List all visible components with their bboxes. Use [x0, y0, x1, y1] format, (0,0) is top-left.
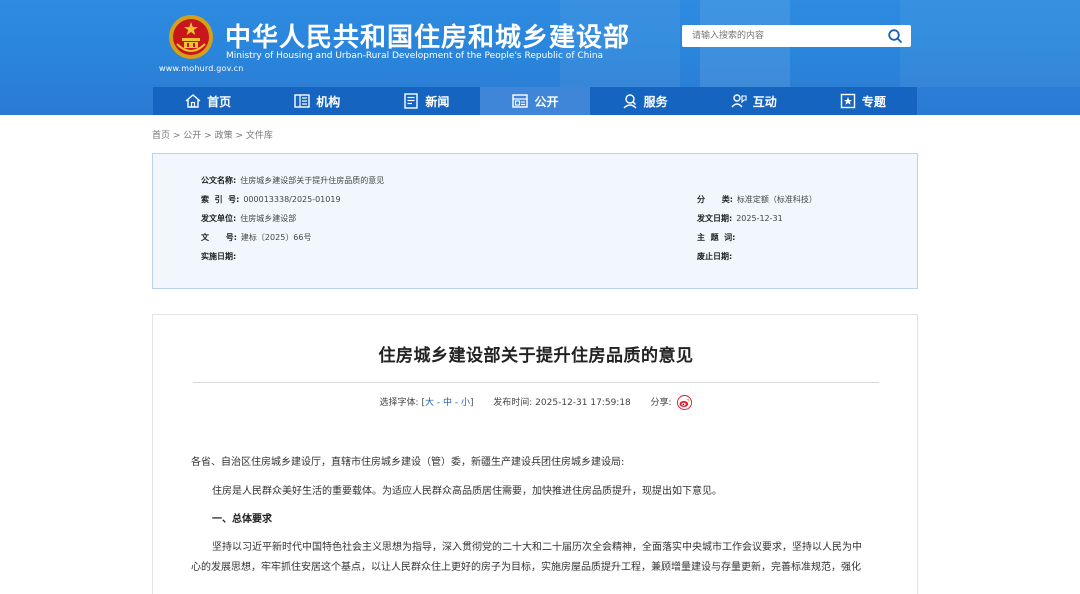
- nav-item-label: 公开: [534, 94, 559, 109]
- home-icon: [185, 94, 201, 108]
- article-title: 住房城乡建设部关于提升住房品质的意见: [378, 346, 694, 366]
- font-size-selector: [大 - 中 - 小]: [421, 398, 474, 408]
- site-url[interactable]: www.mohurd.gov.cn: [159, 64, 244, 73]
- document-info-box: 公文名称: 住房城乡建设部关于提升住房品质的意见 索 引 号: 000013338/…: [152, 153, 918, 289]
- article-meta: 选择字体: [大 - 中 - 小] 发布时间: 2025-12-31 17:59…: [153, 395, 919, 410]
- info-value: 住房城乡建设部关于提升住房品质的意见: [240, 176, 385, 185]
- nav-item-disclosure[interactable]: 公开: [480, 87, 590, 115]
- search-input[interactable]: [682, 25, 882, 47]
- info-label: 发文单位:: [201, 214, 237, 223]
- publish-time: 2025-12-31 17:59:18: [535, 398, 631, 408]
- info-issue-date: 发文日期: 2025-12-31: [697, 213, 783, 224]
- topic-icon: [840, 93, 856, 109]
- font-size-label: 选择字体:: [379, 398, 419, 408]
- info-keywords: 主 题 词:: [697, 232, 739, 243]
- font-size-medium[interactable]: 中: [443, 398, 452, 408]
- interact-icon: [731, 94, 747, 108]
- info-expire-date: 废止日期:: [697, 251, 736, 262]
- info-value: 000013338/2025-01019: [243, 195, 341, 204]
- article-panel: 住房城乡建设部关于提升住房品质的意见 选择字体: [大 - 中 - 小] 发布时…: [152, 314, 918, 594]
- site-title[interactable]: 中华人民共和国住房和城乡建设部: [225, 17, 630, 54]
- national-emblem-icon[interactable]: [168, 14, 214, 60]
- nav-item-label: 新闻: [425, 94, 450, 109]
- info-value: 标准定额（标准科技）: [736, 195, 817, 204]
- info-value: 2025-12-31: [736, 214, 783, 223]
- nav-item-label: 互动: [752, 94, 777, 109]
- breadcrumb-separator: >: [201, 131, 215, 141]
- info-label: 废止日期:: [697, 252, 733, 261]
- disclosure-icon: [512, 94, 529, 108]
- info-label: 发文日期:: [697, 214, 733, 223]
- info-label: 主 题 词:: [697, 233, 736, 242]
- info-index: 索 引 号: 000013338/2025-01019: [201, 194, 341, 205]
- building-icon: [294, 94, 310, 108]
- nav-item-service[interactable]: 服务: [590, 87, 699, 115]
- main-nav: 首页 机构 新闻 公开 服务 互动 专题: [153, 87, 917, 115]
- info-effective-date: 实施日期:: [201, 251, 240, 262]
- info-label: 索 引 号:: [201, 195, 240, 204]
- info-category: 分 类: 标准定额（标准科技）: [697, 194, 817, 205]
- nav-bar: 首页 机构 新闻 公开 服务 互动 专题: [0, 87, 1080, 115]
- breadcrumb-separator: >: [170, 131, 184, 141]
- nav-item-home[interactable]: 首页: [153, 87, 262, 115]
- breadcrumb-library[interactable]: 文件库: [246, 131, 273, 141]
- nav-item-interact[interactable]: 互动: [699, 87, 808, 115]
- section-heading: 一、总体要求: [212, 514, 272, 525]
- search-box: [682, 25, 911, 47]
- font-size-small[interactable]: 小: [461, 398, 470, 408]
- header-banner: www.mohurd.gov.cn 中华人民共和国住房和城乡建设部 Minist…: [0, 0, 1080, 87]
- info-label: 实施日期:: [201, 252, 237, 261]
- info-label: 分 类:: [697, 195, 733, 204]
- nav-item-label: 专题: [861, 94, 886, 109]
- weibo-icon[interactable]: [677, 395, 693, 410]
- info-label: 公文名称:: [201, 176, 237, 185]
- breadcrumb-separator: >: [232, 131, 246, 141]
- article-paragraph: 坚持以习近平新时代中国特色社会主义思想为指导，深入贯彻党的二十大和二十届历次全会…: [212, 542, 862, 553]
- share-label: 分享:: [650, 398, 672, 408]
- info-doc-no: 文 号: 建标〔2025〕66号: [201, 232, 311, 243]
- news-icon: [404, 93, 419, 109]
- nav-item-topic[interactable]: 专题: [808, 87, 917, 115]
- info-doc-name: 公文名称: 住房城乡建设部关于提升住房品质的意见: [201, 175, 384, 186]
- service-icon: [623, 94, 637, 109]
- info-issuer: 发文单位: 住房城乡建设部: [201, 213, 296, 224]
- banner-building: [900, 0, 1080, 87]
- article-paragraph: 各省、自治区住房城乡建设厅，直辖市住房城乡建设（管）委，新疆生产建设兵团住房城乡…: [191, 457, 625, 468]
- article-paragraph: 住房是人民群众美好生活的重要载体。为适应人民群众高品质居住需要，加快推进住房品质…: [212, 486, 722, 497]
- breadcrumb: 首页 > 公开 > 政策 > 文件库: [152, 128, 273, 141]
- info-value: 建标〔2025〕66号: [240, 233, 312, 242]
- breadcrumb-policy[interactable]: 政策: [215, 131, 233, 141]
- nav-item-news[interactable]: 新闻: [371, 87, 480, 115]
- nav-item-label: 服务: [643, 94, 668, 109]
- search-icon[interactable]: [887, 28, 903, 44]
- article-paragraph: 心的发展思想，牢牢抓住安居这个基点，以让人民群众住上更好的房子为目标，实施房屋品…: [191, 562, 861, 573]
- nav-item-label: 机构: [316, 94, 341, 109]
- breadcrumb-home[interactable]: 首页: [152, 131, 170, 141]
- font-size-large[interactable]: 大: [425, 398, 434, 408]
- site-subtitle: Ministry of Housing and Urban-Rural Deve…: [226, 51, 604, 61]
- info-label: 文 号:: [201, 233, 237, 242]
- info-value: 住房城乡建设部: [240, 214, 297, 223]
- nav-item-organization[interactable]: 机构: [262, 87, 371, 115]
- title-divider: [193, 382, 879, 383]
- breadcrumb-disclosure[interactable]: 公开: [183, 131, 201, 141]
- nav-item-label: 首页: [207, 94, 232, 109]
- publish-label: 发布时间:: [493, 398, 533, 408]
